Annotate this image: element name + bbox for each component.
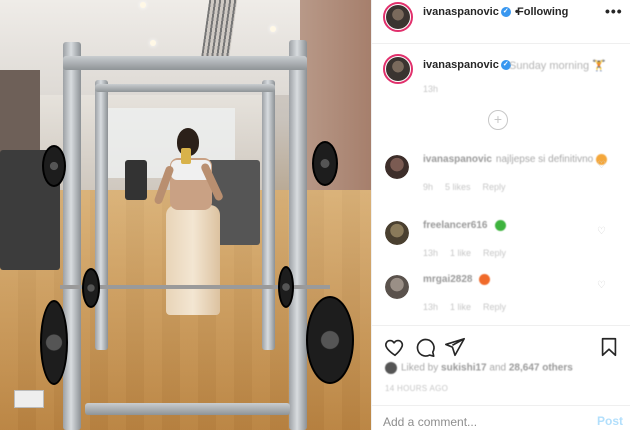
photo-rack-bar <box>63 56 307 70</box>
author-avatar[interactable] <box>383 2 413 32</box>
likes-middle: and <box>489 362 507 374</box>
photo-ceiling-light <box>270 26 276 32</box>
comment-body: freelancer616 <box>423 220 506 231</box>
photo-plate <box>42 145 66 187</box>
photo-gym-machine <box>125 160 147 200</box>
photo-ceiling-light <box>150 40 156 46</box>
comment-likes[interactable]: 5 likes <box>445 182 471 192</box>
photo-rack-post <box>262 80 275 350</box>
photo-plate <box>306 296 354 384</box>
likes-summary: Liked by sukishi17 and 28,647 others <box>385 362 573 374</box>
comment-time[interactable]: 9h <box>423 182 433 192</box>
comment-item: ivanaspanovic najljepse si definitivno 9h… <box>372 152 630 212</box>
photo-rack-post <box>95 80 108 350</box>
comment-like-heart-icon[interactable]: ♡ <box>597 160 606 171</box>
following-button[interactable]: Following <box>517 6 568 18</box>
photo-rack-bar <box>85 403 290 415</box>
author-name-row: ivanaspanovic ✓ • <box>423 6 523 18</box>
comment-meta: 9h 5 likes Reply <box>423 182 518 192</box>
comment-body: ivanaspanovic najljepse si definitivno <box>423 154 608 166</box>
comment-time[interactable]: 13h <box>423 248 438 258</box>
comment-likes[interactable]: 1 like <box>450 248 471 258</box>
likes-prefix: Liked by <box>401 362 439 374</box>
caption-name-row: ivanaspanovic ✓ <box>423 59 511 71</box>
more-options-icon[interactable]: ••• <box>605 3 623 19</box>
photo-plate <box>278 266 294 308</box>
comment-avatar[interactable] <box>385 275 409 299</box>
photo-phone <box>181 148 191 164</box>
comment-item: mrgai2828 13h 1 like Reply ♡ <box>372 272 630 332</box>
comment-username[interactable]: ivanaspanovic <box>423 154 492 165</box>
photo-outlet <box>14 390 44 408</box>
photo-rack-bar <box>95 84 275 92</box>
author-username[interactable]: ivanaspanovic <box>423 6 499 18</box>
comment-avatar[interactable] <box>385 221 409 245</box>
emoji-icon <box>479 274 491 285</box>
comment-reply-button[interactable]: Reply <box>483 182 506 192</box>
add-comment-bar: Post <box>372 405 630 430</box>
comment-likes[interactable]: 1 like <box>450 302 471 312</box>
likes-count[interactable]: 28,647 others <box>509 363 573 374</box>
comment-body: mrgai2828 <box>423 274 491 285</box>
load-more-comments-icon[interactable]: + <box>488 110 508 130</box>
comment-meta: 13h 1 like Reply <box>423 248 518 258</box>
post-time-ago[interactable]: 14 HOURS AGO <box>385 384 448 393</box>
photo-plate <box>82 268 100 308</box>
photo-rack-post <box>289 40 307 430</box>
post-header: ivanaspanovic ✓ • Following ••• <box>372 0 630 44</box>
caption-avatar[interactable] <box>383 54 413 84</box>
photo-ceiling-light <box>140 2 146 8</box>
comment-reply-button[interactable]: Reply <box>483 302 506 312</box>
comment-username[interactable]: mrgai2828 <box>423 274 472 285</box>
heart-icon[interactable] <box>384 336 406 358</box>
add-comment-input[interactable] <box>383 415 573 429</box>
caption-username[interactable]: ivanaspanovic <box>423 59 499 71</box>
verified-icon: ✓ <box>500 7 511 18</box>
comment-like-heart-icon[interactable]: ♡ <box>597 280 606 291</box>
post-photo[interactable] <box>0 0 371 430</box>
caption-time[interactable]: 13h <box>423 84 438 94</box>
liker-avatar[interactable] <box>385 362 397 374</box>
comment-like-heart-icon[interactable]: ♡ <box>597 226 606 237</box>
comment-reply-button[interactable]: Reply <box>483 248 506 258</box>
comment-time[interactable]: 13h <box>423 302 438 312</box>
photo-person-legs <box>166 205 220 315</box>
comment-meta: 13h 1 like Reply <box>423 302 518 312</box>
comment-username[interactable]: freelancer616 <box>423 220 488 231</box>
liker-username[interactable]: sukishi17 <box>441 363 487 374</box>
photo-rack-post <box>63 42 81 430</box>
post-sidebar: ivanaspanovic ✓ • Following ••• ivanaspano… <box>371 0 630 430</box>
comment-text: najljepse si definitivno <box>495 154 594 166</box>
comment-avatar[interactable] <box>385 155 409 179</box>
emoji-icon <box>494 220 506 231</box>
post-comment-button[interactable]: Post <box>597 414 623 428</box>
share-icon[interactable] <box>444 336 466 358</box>
caption-text: Sunday morning 🏋 <box>509 60 606 72</box>
photo-plate <box>40 300 68 385</box>
comment-icon[interactable] <box>414 336 436 358</box>
comment-item: freelancer616 13h 1 like Reply ♡ <box>372 218 630 278</box>
bookmark-icon[interactable] <box>598 336 620 358</box>
photo-plate <box>312 141 338 186</box>
caption: ivanaspanovic ✓ Sunday morning 🏋 13h + <box>372 44 630 134</box>
